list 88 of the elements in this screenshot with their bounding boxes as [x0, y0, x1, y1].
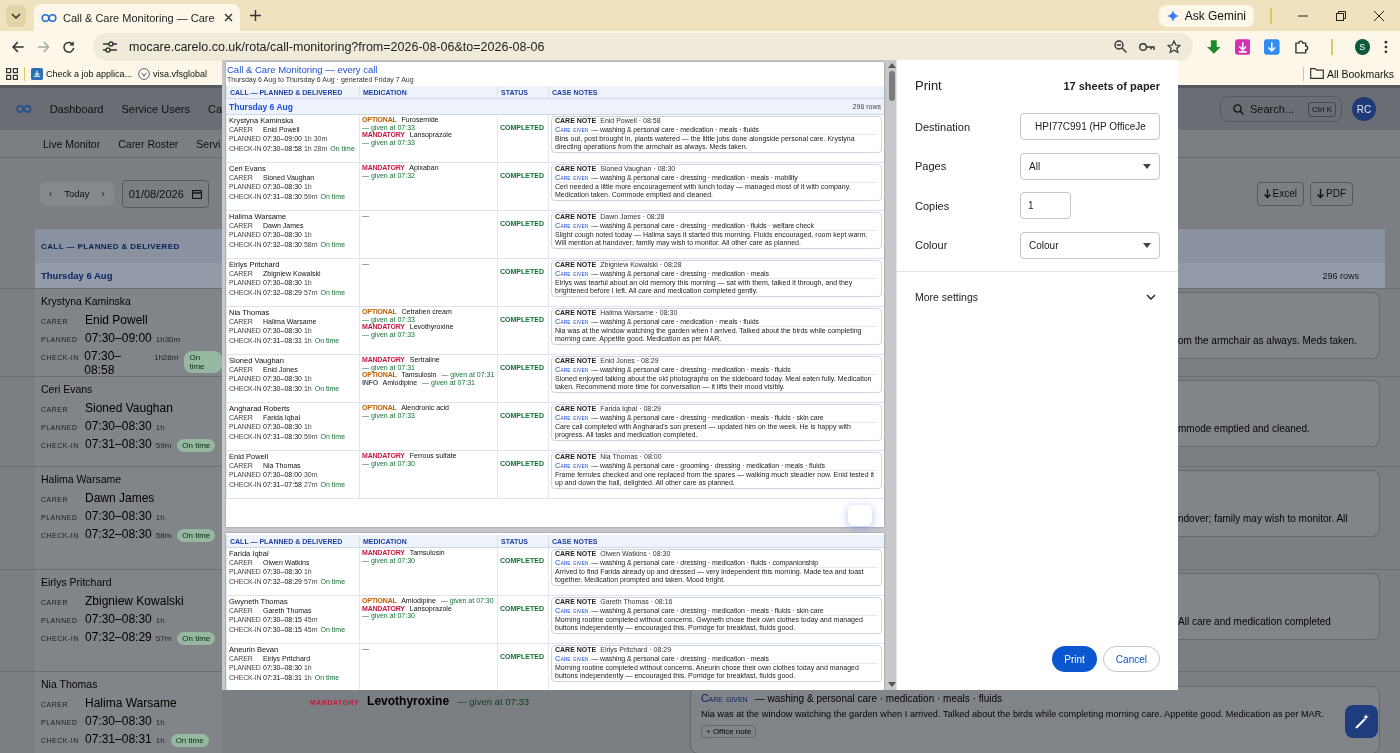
user-avatar[interactable]: RC — [1352, 97, 1376, 121]
previous-day-button[interactable]: ‹ — [43, 188, 59, 199]
setting-label: Destination — [915, 120, 972, 133]
field-value: Enid Powell — [85, 313, 148, 327]
duration: 1h — [155, 718, 165, 727]
dialog-title: Print — [915, 78, 942, 93]
client-name: Krystyna Kaminska — [41, 295, 132, 307]
export-button[interactable]: Excel — [1256, 181, 1304, 206]
field-value: 07:30–09:00 — [85, 331, 152, 345]
duration: 1h — [155, 736, 165, 745]
field-value: 07:30–08:30 — [85, 509, 152, 523]
field-value: Halima Warsame — [85, 696, 177, 710]
next-day-button[interactable]: › — [95, 188, 111, 199]
secondary-button[interactable]: Cancel — [1102, 646, 1160, 672]
bookmark-link[interactable]: Check a job applica... — [31, 67, 133, 80]
more-settings-toggle[interactable]: More settings — [915, 291, 1160, 303]
field-value: 07:32–08:30 — [85, 527, 152, 541]
office-note-button[interactable]: + Office note — [701, 725, 757, 738]
primary-button[interactable]: Print — [1052, 646, 1097, 672]
duration: 59m — [155, 441, 172, 450]
export-button[interactable]: PDF — [1310, 181, 1353, 206]
status-badge: On time — [170, 734, 209, 747]
profile-avatar[interactable]: S — [1354, 38, 1371, 55]
care-given-list: — washing & personal care · medication · meals · fluids — [754, 693, 1002, 704]
duration: 1h — [155, 616, 165, 625]
nav-link[interactable]: Dashboard — [49, 103, 104, 115]
nav-link[interactable]: Service Users — [121, 103, 190, 115]
field-value: 07:30–08:30 — [85, 419, 152, 433]
address-bar[interactable]: mocare.carelo.co.uk/rota/call-monitoring?from=2026-08-06&to=2026-08-06 — [93, 32, 1194, 61]
client-name: Halima Warsame — [41, 473, 123, 485]
destination-select[interactable]: HPI77C991 (HP OfficeJe — [1020, 113, 1160, 141]
status-badge: On time — [177, 529, 216, 542]
row-count: 296 rows — [1322, 270, 1359, 281]
browser-tab[interactable]: Call & Care Monitoring — Care — [34, 4, 240, 31]
status-badge: On time — [184, 351, 222, 373]
ask-gemini-button[interactable]: Ask Gemini — [1158, 4, 1254, 27]
client-name: Nia Thomas — [41, 678, 99, 690]
field-value: 07:30–08:58 — [84, 349, 122, 376]
setting-select[interactable]: Colour — [1020, 231, 1160, 259]
note-text: om the armchair as always. Meds taken. — [1178, 335, 1357, 346]
group-heading: Thursday 6 Aug — [41, 270, 113, 281]
given-time: — given at 07:33 — [457, 696, 529, 707]
care-given-label: Care given — [701, 692, 748, 704]
shortcut-hint: Ctrl K — [1308, 101, 1336, 117]
setting-label: Pages — [915, 160, 948, 173]
note-text: All care and medication completed — [1178, 616, 1331, 627]
copies-field[interactable]: 1 — [1020, 192, 1071, 220]
field-value: Dawn James — [85, 491, 155, 505]
subnav-tab[interactable]: Live Monitor — [43, 137, 101, 150]
sheet-count: 17 sheets of paper — [1063, 79, 1160, 92]
status-badge: On time — [177, 439, 216, 452]
medication-name: Levothyroxine — [367, 694, 450, 708]
setting-label: Colour — [915, 239, 949, 252]
field-value: 07:30–08:30 — [85, 714, 152, 728]
duration: 1h30m — [155, 335, 181, 344]
url-text: mocare.carelo.co.uk/rota/call-monitoring?from=2026-08-06&to=2026-08-06 — [129, 39, 545, 54]
date-field[interactable]: 01/08/2026 — [121, 179, 209, 208]
status-badge: On time — [177, 632, 216, 645]
group-heading: Thursday 6 Aug — [229, 101, 293, 112]
field-value: Zbigniew Kowalski — [85, 594, 184, 608]
subnav-tab[interactable]: Carer Roster — [118, 137, 179, 150]
today-button[interactable]: Today — [58, 188, 96, 199]
tab-title: Call & Care Monitoring — Care — [63, 11, 216, 24]
field-value: 07:30–08:30 — [85, 612, 152, 626]
duration: 1h — [155, 423, 165, 432]
report-title: Call & Care Monitoring — every call — [226, 64, 379, 75]
subnav-tab[interactable]: Servi — [196, 137, 221, 150]
note-text: Nia was at the window watching the garden when I arrived. Talked about the birds while completing morning care. Appetite good. Medication as per MAR. — [701, 709, 1325, 719]
field-value: 07:31–08:31 — [85, 732, 152, 746]
duration: 57m — [155, 634, 172, 643]
search-placeholder: Search... — [1249, 103, 1294, 115]
bookmark-link[interactable]: visa.vfsglobal — [138, 67, 208, 80]
field-value: Sioned Vaughan — [85, 401, 173, 415]
all-bookmarks-link[interactable]: All Bookmarks — [1309, 67, 1394, 80]
nav-link[interactable]: Ca — [207, 103, 222, 115]
duration: 1h28m — [153, 353, 179, 362]
note-text: ndover; family may wish to monitor. All — [1178, 513, 1348, 524]
client-name: Eirlys Pritchard — [41, 576, 113, 588]
column-header: CALL — PLANNED & DELIVERED — [41, 241, 180, 251]
search-field[interactable]: Search... Ctrl K — [1219, 96, 1342, 122]
note-text: mmode emptied and cleaned. — [1178, 423, 1310, 434]
client-name: Ceri Evans — [41, 383, 94, 395]
field-value: 07:31–08:30 — [85, 437, 152, 451]
setting-select[interactable]: All — [1020, 152, 1160, 180]
duration: 1h — [155, 513, 165, 522]
field-value: 07:32–08:29 — [85, 630, 152, 644]
duration: 58m — [155, 531, 172, 540]
setting-label: Copies — [915, 199, 951, 212]
